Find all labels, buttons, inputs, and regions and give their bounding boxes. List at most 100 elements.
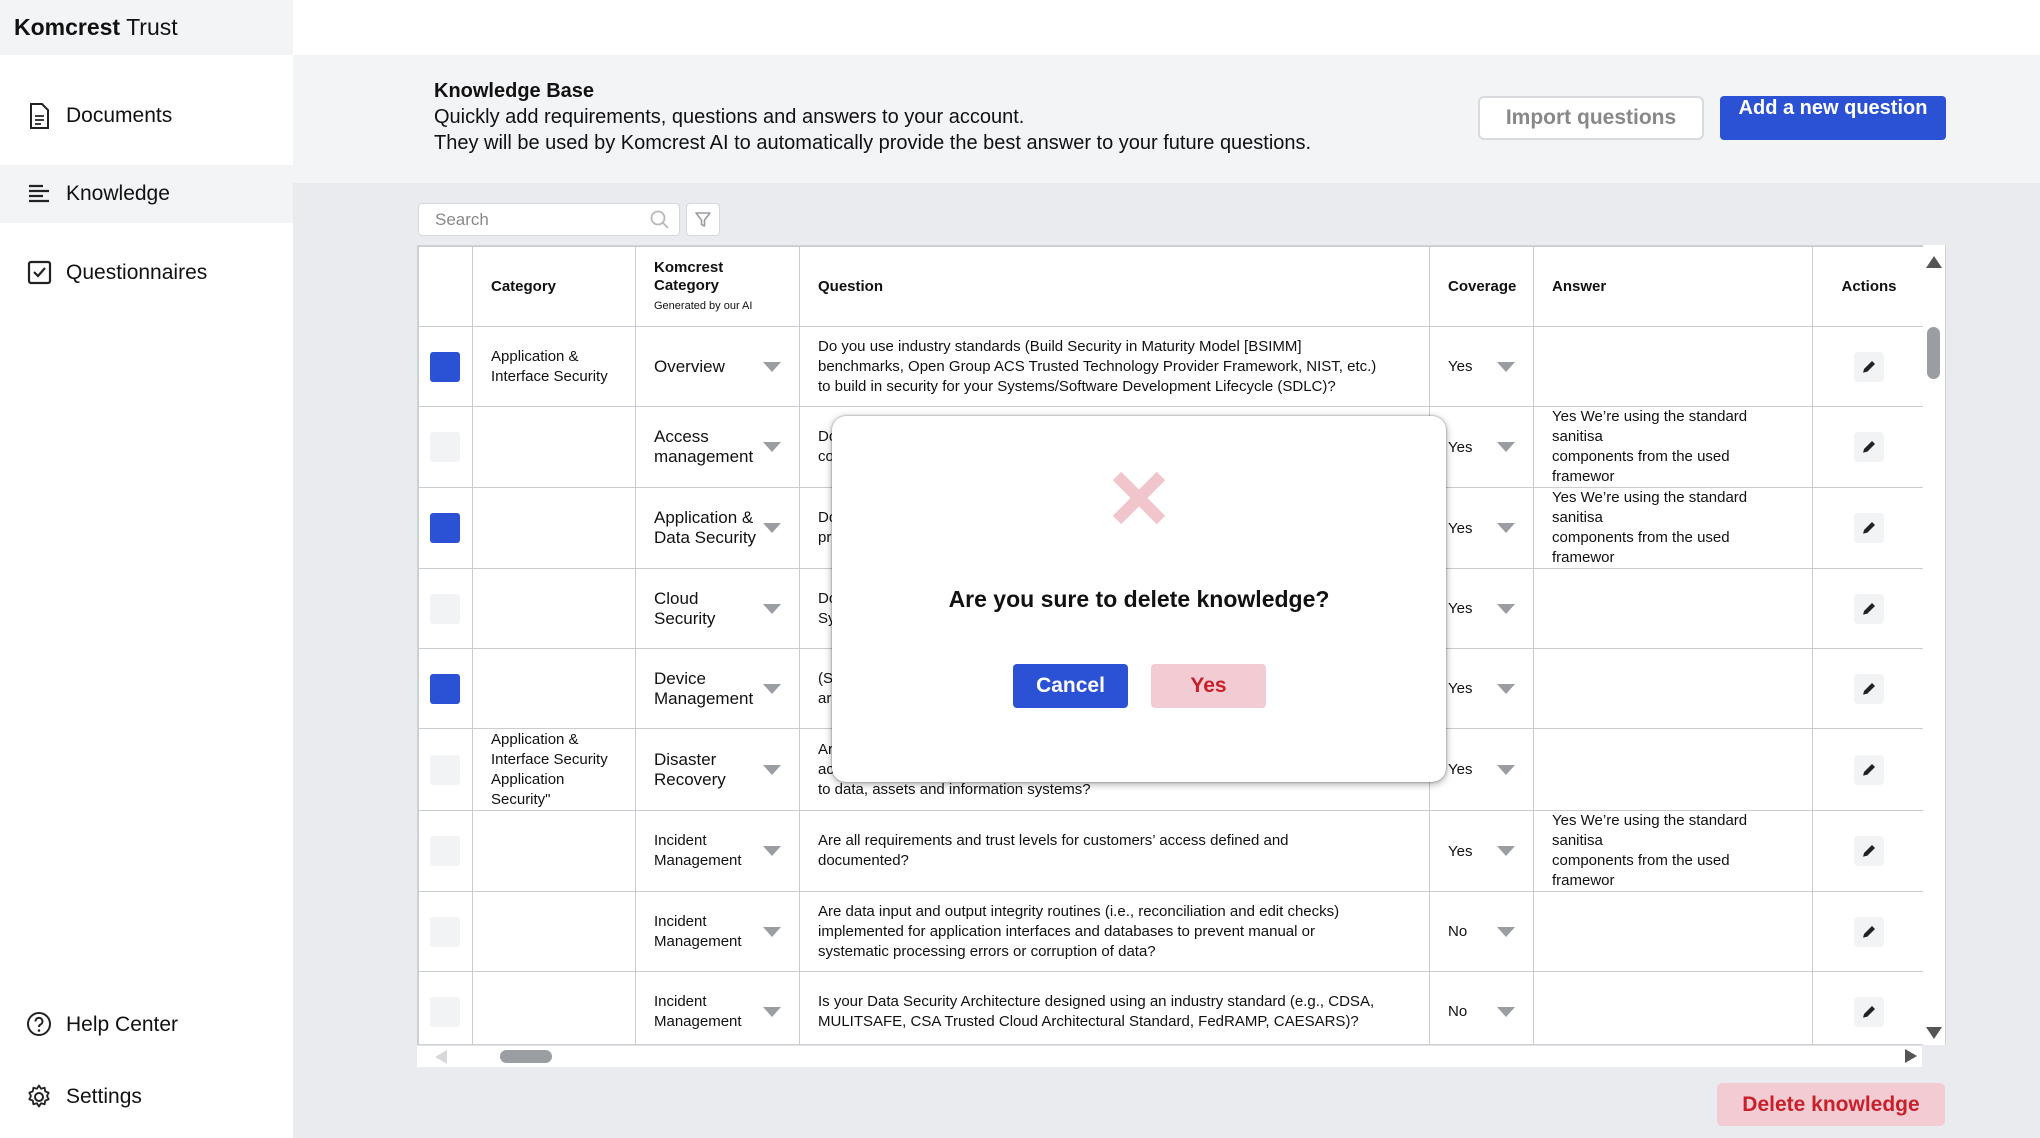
edit-button[interactable]: [1854, 996, 1884, 1027]
sidebar-item-knowledge[interactable]: Knowledge: [0, 165, 293, 223]
chevron-down-icon[interactable]: [763, 603, 781, 614]
komcrest-category-cell[interactable]: Incident Management: [635, 971, 800, 1044]
sidebar-item-documents[interactable]: Documents: [0, 87, 293, 145]
pencil-icon: [1862, 763, 1875, 776]
coverage-cell[interactable]: Yes: [1429, 326, 1534, 407]
sidebar-item-label: Questionnaires: [66, 261, 208, 284]
komcrest-category-cell[interactable]: Device Management: [635, 648, 800, 729]
row-checkbox[interactable]: [430, 916, 460, 947]
search-input[interactable]: Search: [418, 203, 680, 236]
edit-button[interactable]: [1854, 754, 1884, 785]
komcrest-category-value: Cloud Security: [654, 588, 716, 628]
coverage-cell[interactable]: No: [1429, 971, 1534, 1044]
chevron-down-icon[interactable]: [763, 764, 781, 775]
row-checkbox[interactable]: [430, 836, 460, 866]
brand-bold: Komcrest: [14, 14, 121, 40]
edit-button[interactable]: [1854, 351, 1884, 382]
row-checkbox[interactable]: [430, 351, 460, 382]
category-cell: Application & Interface Security: [472, 326, 636, 407]
search-placeholder: Search: [435, 210, 489, 229]
edit-button[interactable]: [1854, 836, 1884, 866]
answer-cell: [1533, 971, 1813, 1044]
coverage-cell[interactable]: No: [1429, 891, 1534, 972]
chevron-down-icon[interactable]: [1497, 683, 1515, 694]
row-checkbox[interactable]: [430, 996, 460, 1027]
vertical-scroll-thumb[interactable]: [1927, 327, 1940, 379]
confirm-yes-button[interactable]: Yes: [1151, 664, 1266, 708]
delete-knowledge-button[interactable]: Delete knowledge: [1717, 1083, 1945, 1126]
chevron-down-icon[interactable]: [763, 926, 781, 937]
scroll-down-arrow[interactable]: [1926, 1027, 1942, 1039]
komcrest-category-value: Incident Management: [654, 912, 742, 950]
komcrest-category-cell[interactable]: Application & Data Security: [635, 487, 800, 569]
coverage-value: Yes: [1448, 761, 1473, 778]
coverage-value: Yes: [1448, 600, 1473, 617]
chevron-down-icon[interactable]: [1497, 1006, 1515, 1017]
actions-cell: [1812, 326, 1926, 407]
komcrest-category-cell[interactable]: Disaster Recovery: [635, 728, 800, 811]
komcrest-category-value: Access management: [654, 427, 754, 466]
pencil-icon: [1862, 360, 1875, 373]
scroll-left-arrow[interactable]: [435, 1050, 447, 1064]
komcrest-category-cell[interactable]: Incident Management: [635, 810, 800, 892]
edit-button[interactable]: [1854, 593, 1884, 624]
chevron-down-icon[interactable]: [1497, 523, 1515, 533]
answer-cell: [1533, 568, 1813, 649]
sidebar-item-settings[interactable]: Settings: [0, 1068, 293, 1126]
add-question-button[interactable]: Add a new question: [1720, 96, 1946, 140]
chevron-down-icon[interactable]: [763, 846, 781, 856]
sidebar-item-questionnaires[interactable]: Questionnaires: [0, 244, 293, 302]
category-cell: [472, 891, 636, 972]
sidebar-item-help-center[interactable]: Help Center: [0, 996, 293, 1054]
horizontal-scroll-thumb[interactable]: [500, 1050, 552, 1063]
chevron-down-icon[interactable]: [763, 523, 781, 533]
sidebar-item-label: Settings: [66, 1085, 142, 1108]
scroll-up-arrow[interactable]: [1926, 256, 1942, 268]
komcrest-category-cell[interactable]: Cloud Security: [635, 568, 800, 649]
question-cell: Is your Data Security Architecture desig…: [799, 971, 1430, 1044]
row-checkbox[interactable]: [430, 754, 460, 785]
chevron-down-icon[interactable]: [1497, 442, 1515, 452]
chevron-down-icon[interactable]: [1497, 764, 1515, 775]
filter-icon: [695, 211, 711, 227]
chevron-down-icon[interactable]: [763, 683, 781, 694]
answer-cell: Yes We’re using the standard sanitisa co…: [1533, 406, 1813, 488]
edit-button[interactable]: [1854, 916, 1884, 947]
chevron-down-icon[interactable]: [1497, 361, 1515, 372]
import-questions-button[interactable]: Import questions: [1478, 96, 1704, 140]
page-title: Knowledge Base: [434, 80, 595, 102]
checkbox-icon: [26, 259, 52, 287]
filter-button[interactable]: [686, 203, 720, 236]
answer-text: Yes We’re using the standard sanitisa co…: [1552, 489, 1748, 566]
edit-button[interactable]: [1854, 432, 1884, 462]
komcrest-category-cell[interactable]: Overview: [635, 326, 800, 407]
chevron-down-icon[interactable]: [763, 1006, 781, 1017]
edit-button[interactable]: [1854, 513, 1884, 543]
actions-cell: [1812, 487, 1926, 569]
chevron-down-icon[interactable]: [763, 442, 781, 452]
answer-cell: Yes We’re using the standard sanitisa co…: [1533, 487, 1813, 569]
question-text: Do you use industry standards (Build Sec…: [818, 337, 1377, 395]
brand-logo: Komcrest Trust: [0, 0, 293, 55]
chevron-down-icon[interactable]: [1497, 846, 1515, 856]
row-checkbox[interactable]: [430, 673, 460, 704]
chevron-down-icon[interactable]: [1497, 603, 1515, 614]
coverage-cell[interactable]: Yes: [1429, 810, 1534, 892]
category-text: Application & Interface Security Applica…: [491, 730, 608, 808]
actions-cell: [1812, 406, 1926, 488]
edit-button[interactable]: [1854, 673, 1884, 704]
horizontal-scrollbar[interactable]: [417, 1045, 1922, 1067]
komcrest-category-cell[interactable]: Access management: [635, 406, 800, 488]
scroll-right-arrow[interactable]: [1905, 1049, 1917, 1063]
chevron-down-icon[interactable]: [763, 361, 781, 372]
row-checkbox[interactable]: [430, 513, 460, 543]
category-cell: Application & Interface Security Applica…: [472, 728, 636, 811]
table-row: Incident Management Are all requirements …: [418, 810, 1926, 892]
row-select-cell: [418, 487, 473, 569]
question-text: Are data input and output integrity rout…: [818, 902, 1340, 960]
chevron-down-icon[interactable]: [1497, 926, 1515, 937]
row-checkbox[interactable]: [430, 432, 460, 462]
cancel-button[interactable]: Cancel: [1013, 664, 1128, 708]
komcrest-category-cell[interactable]: Incident Management: [635, 891, 800, 972]
row-checkbox[interactable]: [430, 593, 460, 624]
